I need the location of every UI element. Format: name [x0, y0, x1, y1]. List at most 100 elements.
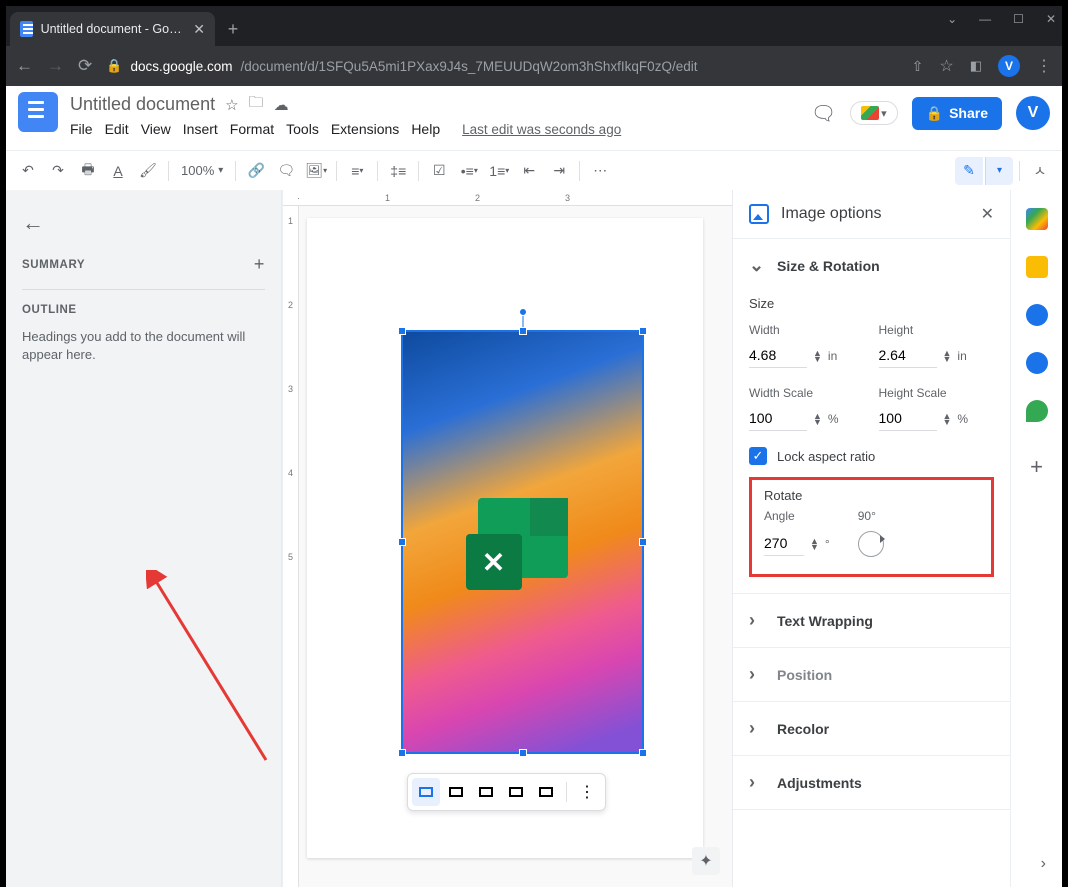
- zoom-dropdown[interactable]: 100%▾: [175, 163, 229, 178]
- explore-button[interactable]: ✦: [692, 847, 720, 875]
- profile-avatar[interactable]: V: [998, 55, 1020, 77]
- angle-stepper[interactable]: ▲▼: [810, 538, 819, 550]
- width-scale-input[interactable]: [749, 406, 807, 431]
- image-overflow-menu[interactable]: ⋮: [573, 778, 601, 806]
- wrap-option[interactable]: [442, 778, 470, 806]
- extensions-icon[interactable]: ◧: [970, 58, 982, 74]
- rotation-handle[interactable]: [519, 308, 527, 316]
- chrome-menu-icon[interactable]: ⋮: [1036, 56, 1052, 76]
- docs-logo[interactable]: [18, 92, 58, 132]
- nav-back-icon[interactable]: ←: [16, 56, 33, 76]
- more-tools-button[interactable]: ⋯: [586, 157, 614, 185]
- menu-edit[interactable]: Edit: [105, 121, 129, 137]
- width-input[interactable]: [749, 343, 807, 368]
- browser-tab[interactable]: Untitled document - Google Do… ✕: [10, 12, 215, 46]
- paint-format-button[interactable]: 🖌: [134, 157, 162, 185]
- add-addon-button[interactable]: +: [1030, 454, 1043, 480]
- bulleted-list-button[interactable]: •≡▾: [455, 157, 483, 185]
- menu-help[interactable]: Help: [411, 121, 440, 137]
- angle-input[interactable]: [764, 531, 804, 556]
- menu-file[interactable]: File: [70, 121, 93, 137]
- section-recolor[interactable]: › Recolor: [733, 702, 1010, 755]
- width-stepper[interactable]: ▲▼: [813, 350, 822, 362]
- window-dropdown-icon[interactable]: ⌄: [947, 12, 957, 26]
- window-maximize-icon[interactable]: ☐: [1013, 12, 1024, 26]
- numbered-list-button[interactable]: 1≡▾: [485, 157, 513, 185]
- redo-button[interactable]: ↷: [44, 157, 72, 185]
- height-stepper[interactable]: ▲▼: [943, 350, 952, 362]
- decrease-indent-button[interactable]: ⇤: [515, 157, 543, 185]
- resize-handle-n[interactable]: [519, 327, 527, 335]
- add-comment-button[interactable]: 🗨: [272, 157, 300, 185]
- checklist-button[interactable]: ☑: [425, 157, 453, 185]
- close-panel-button[interactable]: ✕: [981, 204, 994, 224]
- menu-format[interactable]: Format: [230, 121, 274, 137]
- hide-menus-button[interactable]: ㅅ: [1026, 157, 1054, 185]
- increase-indent-button[interactable]: ⇥: [545, 157, 573, 185]
- calendar-app-icon[interactable]: [1026, 208, 1048, 230]
- last-edit-link[interactable]: Last edit was seconds ago: [462, 122, 621, 137]
- menu-insert[interactable]: Insert: [183, 121, 218, 137]
- vertical-ruler[interactable]: 12345: [283, 206, 299, 887]
- inline-option[interactable]: [412, 778, 440, 806]
- document-canvas[interactable]: ·123 12345: [282, 190, 732, 887]
- maps-app-icon[interactable]: [1026, 400, 1048, 422]
- height-scale-input[interactable]: [879, 406, 937, 431]
- print-button[interactable]: 🖶: [74, 157, 102, 185]
- height-scale-stepper[interactable]: ▲▼: [943, 413, 952, 425]
- editing-mode-caret[interactable]: ▾: [985, 157, 1013, 185]
- page[interactable]: ✕ ⋮: [307, 218, 703, 858]
- share-button[interactable]: 🔒 Share: [912, 97, 1002, 130]
- menu-tools[interactable]: Tools: [286, 121, 319, 137]
- resize-handle-s[interactable]: [519, 749, 527, 757]
- line-spacing-button[interactable]: ‡≡: [384, 157, 412, 185]
- undo-button[interactable]: ↶: [14, 157, 42, 185]
- section-size-rotation[interactable]: ⌄ Size & Rotation: [733, 239, 1010, 292]
- width-scale-stepper[interactable]: ▲▼: [813, 413, 822, 425]
- address-bar[interactable]: 🔒 docs.google.com/document/d/1SFQu5A5mi1…: [106, 58, 897, 74]
- nav-forward-icon[interactable]: →: [47, 56, 64, 76]
- collapse-sidepanel-icon[interactable]: ›: [1041, 855, 1046, 873]
- section-position[interactable]: › Position: [733, 648, 1010, 701]
- keep-app-icon[interactable]: [1026, 256, 1048, 278]
- resize-handle-w[interactable]: [398, 538, 406, 546]
- outline-back-icon[interactable]: ←: [22, 210, 265, 236]
- nav-reload-icon[interactable]: ⟳: [78, 56, 92, 76]
- bookmark-icon[interactable]: ☆: [939, 56, 953, 76]
- align-button[interactable]: ≡▾: [343, 157, 371, 185]
- horizontal-ruler[interactable]: ·123: [283, 190, 732, 206]
- behind-option[interactable]: [502, 778, 530, 806]
- contacts-app-icon[interactable]: [1026, 352, 1048, 374]
- resize-handle-se[interactable]: [639, 749, 647, 757]
- window-close-icon[interactable]: ✕: [1046, 12, 1056, 26]
- menu-view[interactable]: View: [141, 121, 171, 137]
- document-title[interactable]: Untitled document: [70, 94, 215, 115]
- share-url-icon[interactable]: ⇧: [912, 58, 924, 75]
- tasks-app-icon[interactable]: [1026, 304, 1048, 326]
- comments-icon[interactable]: 🗨: [811, 101, 836, 126]
- cloud-status-icon[interactable]: ☁: [274, 96, 289, 114]
- meet-button[interactable]: ▾: [850, 101, 898, 125]
- section-adjustments[interactable]: › Adjustments: [733, 756, 1010, 809]
- resize-handle-ne[interactable]: [639, 327, 647, 335]
- front-option[interactable]: [532, 778, 560, 806]
- close-tab-icon[interactable]: ✕: [193, 21, 205, 38]
- lock-aspect-checkbox[interactable]: ✓: [749, 447, 767, 465]
- section-text-wrapping[interactable]: › Text Wrapping: [733, 594, 1010, 647]
- resize-handle-sw[interactable]: [398, 749, 406, 757]
- rotate-90-button[interactable]: [858, 531, 884, 557]
- resize-handle-nw[interactable]: [398, 327, 406, 335]
- spellcheck-button[interactable]: A: [104, 157, 132, 185]
- selected-image[interactable]: ✕: [401, 330, 644, 754]
- move-icon[interactable]: 🗀: [249, 92, 264, 117]
- editing-mode-button[interactable]: ✎: [955, 157, 983, 185]
- insert-image-button[interactable]: 🖼▾: [302, 157, 330, 185]
- insert-link-button[interactable]: 🔗: [242, 157, 270, 185]
- height-input[interactable]: [879, 343, 937, 368]
- break-option[interactable]: [472, 778, 500, 806]
- account-avatar[interactable]: V: [1016, 96, 1050, 130]
- resize-handle-e[interactable]: [639, 538, 647, 546]
- new-tab-button[interactable]: +: [219, 15, 247, 43]
- add-summary-button[interactable]: +: [254, 254, 265, 275]
- window-minimize-icon[interactable]: —: [979, 12, 991, 26]
